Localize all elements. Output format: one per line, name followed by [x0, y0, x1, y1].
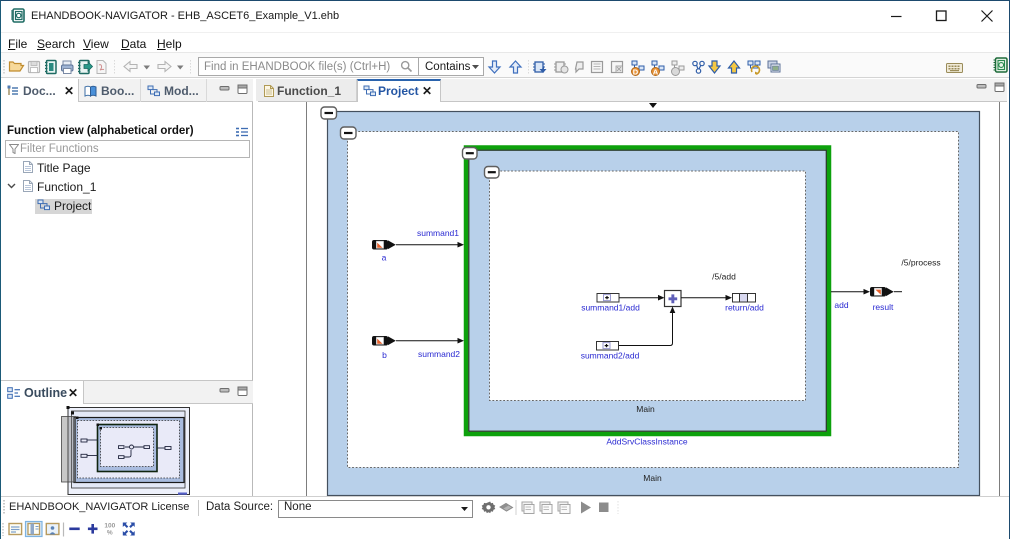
svg-text:%: %: [107, 530, 113, 537]
svg-text:a: a: [382, 253, 387, 263]
svg-text:return/add: return/add: [725, 303, 764, 313]
svg-text:result: result: [873, 302, 894, 312]
svg-text:/5/process: /5/process: [901, 258, 940, 268]
svg-text:summand1/add: summand1/add: [581, 303, 640, 313]
svg-text:summand1: summand1: [417, 228, 459, 238]
svg-text:add: add: [834, 300, 848, 310]
svg-text:D: D: [633, 67, 639, 76]
svg-text:summand2: summand2: [418, 349, 460, 359]
svg-text:summand2/add: summand2/add: [581, 351, 640, 361]
svg-text:Main: Main: [636, 404, 655, 414]
svg-text:/5/add: /5/add: [712, 272, 736, 282]
svg-text:b: b: [382, 350, 387, 360]
svg-text:100: 100: [104, 523, 115, 530]
svg-text:Main: Main: [643, 473, 662, 483]
svg-text:AddSrvClassInstance: AddSrvClassInstance: [606, 437, 688, 447]
svg-text:A: A: [653, 67, 659, 76]
